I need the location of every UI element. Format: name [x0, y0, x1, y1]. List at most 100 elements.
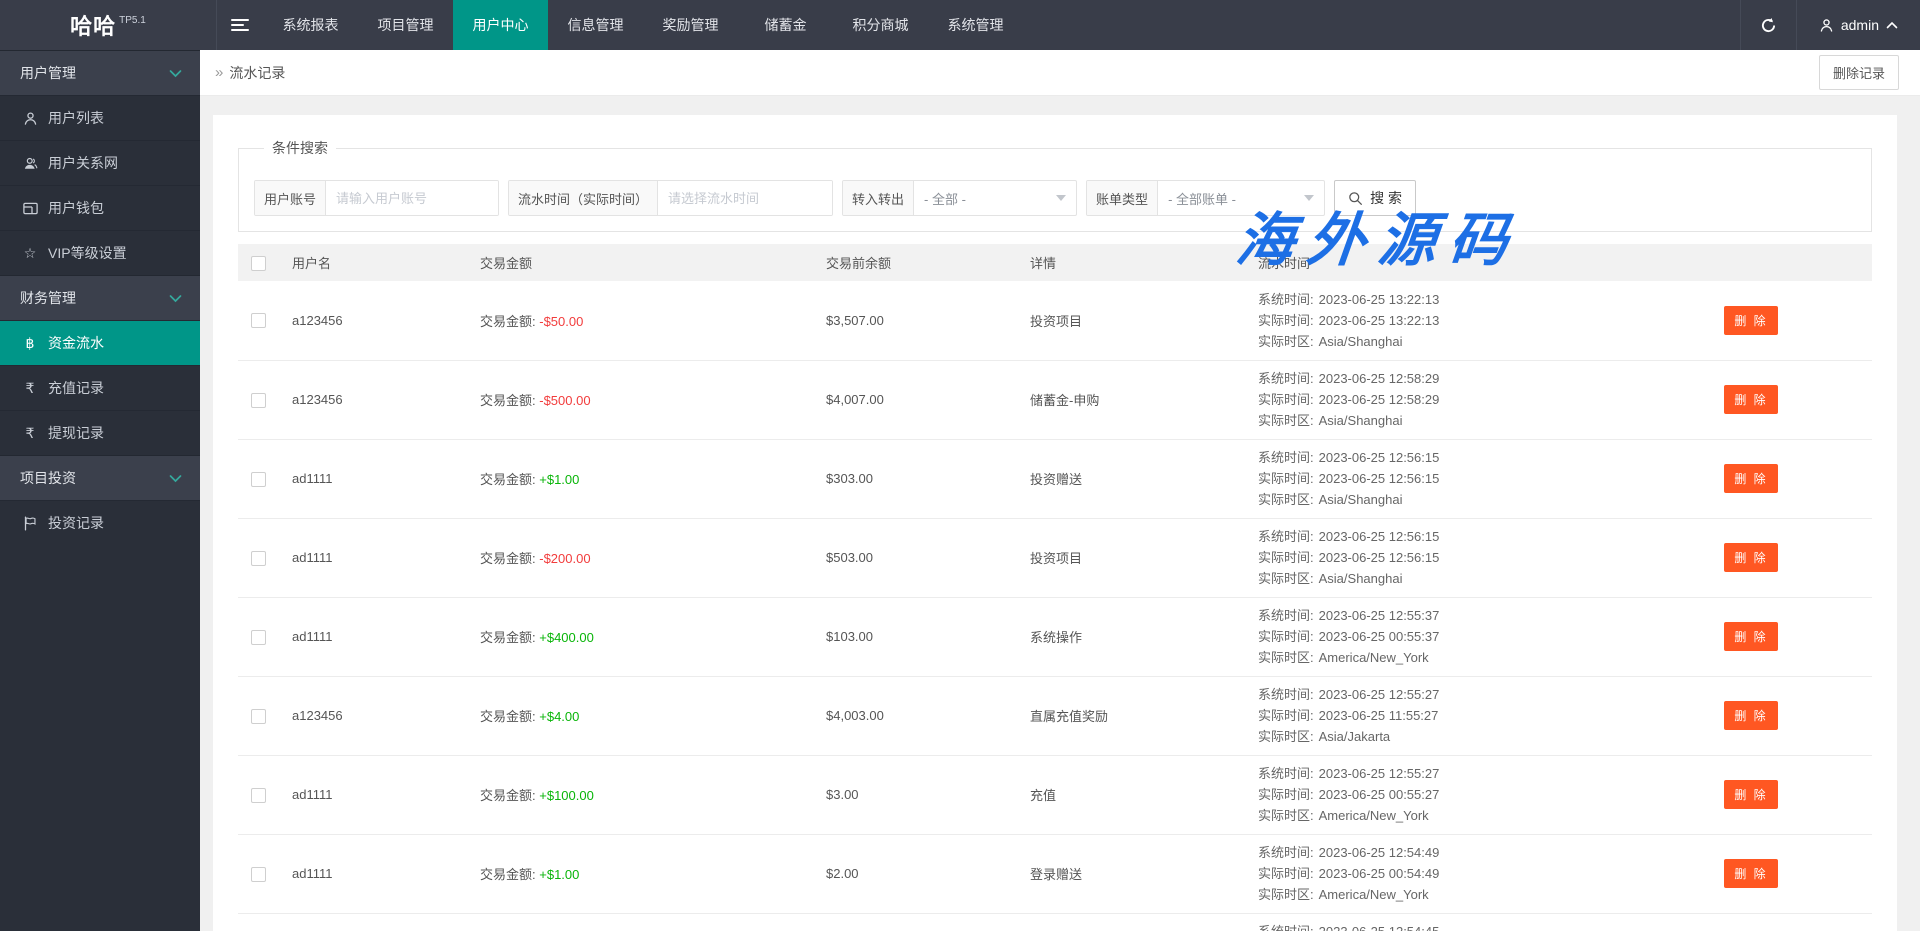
chevron-down-icon — [169, 294, 182, 303]
sidebar-item[interactable]: 用户关系网 — [0, 140, 200, 185]
nav-item-1[interactable]: 系统报表 — [263, 0, 358, 50]
chevron-down-icon — [169, 474, 182, 483]
row-balance: $503.00 — [816, 518, 1020, 597]
row-checkbox[interactable] — [251, 393, 266, 408]
row-balance: $103.00 — [816, 597, 1020, 676]
row-delete-button[interactable]: 删 除 — [1724, 780, 1777, 809]
row-amount: 交易金额: -$500.00 — [470, 360, 816, 439]
table-row: ad1111 交易金额: +$1.00 $2.00 登录赠送 系统时间:2023… — [238, 834, 1872, 913]
row-checkbox[interactable] — [251, 709, 266, 724]
row-delete-button[interactable]: 删 除 — [1724, 306, 1777, 335]
app-root: 哈哈 TP5.1 系统报表项目管理用户中心信息管理奖励管理储蓄金积分商城系统管理 — [0, 0, 1920, 931]
table-row: a123456 交易金额: -$50.00 $3,507.00 投资项目 系统时… — [238, 281, 1872, 360]
row-checkbox[interactable] — [251, 867, 266, 882]
nav-item-2[interactable]: 项目管理 — [358, 0, 453, 50]
username-label: admin — [1841, 17, 1879, 33]
row-times: 系统时间:2023-06-25 13:22:13 实际时间:2023-06-25… — [1248, 281, 1630, 360]
search-button[interactable]: 搜 索 — [1334, 180, 1416, 216]
row-balance: $3,507.00 — [816, 281, 1020, 360]
row-balance — [816, 913, 1020, 931]
chevron-down-icon — [1304, 195, 1314, 206]
chevron-down-icon — [1056, 195, 1066, 206]
sidebar-item[interactable]: 用户列表 — [0, 95, 200, 140]
row-balance: $2.00 — [816, 834, 1020, 913]
star-icon: ☆ — [21, 245, 39, 262]
rupee-icon: ₹ — [21, 380, 39, 397]
column-header: 流水时间 — [1248, 244, 1630, 281]
table-row: a123456 交易金额: +$4.00 $4,003.00 直属充值奖励 系统… — [238, 676, 1872, 755]
sidebar-item[interactable]: ₹提现记录 — [0, 410, 200, 455]
flow-time-input[interactable] — [658, 181, 832, 215]
user-menu[interactable]: admin — [1796, 0, 1920, 50]
nav-item-4[interactable]: 信息管理 — [548, 0, 643, 50]
row-checkbox[interactable] — [251, 630, 266, 645]
rupee-icon: ₹ — [21, 425, 39, 442]
row-delete-button[interactable]: 删 除 — [1724, 385, 1777, 414]
row-amount — [470, 913, 816, 931]
table-header-row: 用户名交易金额交易前余额详情流水时间 — [238, 244, 1872, 281]
delete-records-button[interactable]: 删除记录 — [1819, 55, 1899, 90]
row-balance: $4,007.00 — [816, 360, 1020, 439]
bill-type-field-label: 账单类型 — [1087, 181, 1158, 215]
row-delete-button[interactable]: 删 除 — [1724, 464, 1777, 493]
nav-item-7[interactable]: 积分商城 — [833, 0, 928, 50]
account-field-label: 用户账号 — [255, 181, 326, 215]
row-detail: 投资项目 — [1020, 281, 1248, 360]
sidebar-group-header[interactable]: 财务管理 — [0, 275, 200, 320]
bill-type-select[interactable]: - 全部账单 - — [1158, 181, 1324, 215]
users-icon — [21, 156, 39, 171]
row-amount: 交易金额: +$400.00 — [470, 597, 816, 676]
account-input[interactable] — [326, 181, 498, 215]
row-username: a123456 — [282, 281, 470, 360]
row-username: ad1111 — [282, 834, 470, 913]
row-delete-button[interactable]: 删 除 — [1724, 622, 1777, 651]
nav-item-8[interactable]: 系统管理 — [928, 0, 1023, 50]
row-checkbox[interactable] — [251, 551, 266, 566]
row-username: ad1111 — [282, 597, 470, 676]
row-delete-button[interactable]: 删 除 — [1724, 701, 1777, 730]
flag-icon — [21, 516, 39, 531]
direction-select[interactable]: - 全部 - — [914, 181, 1076, 215]
row-delete-button[interactable]: 删 除 — [1724, 543, 1777, 572]
select-all-checkbox[interactable] — [251, 256, 266, 271]
row-checkbox[interactable] — [251, 788, 266, 803]
hamburger-menu-icon[interactable] — [217, 0, 263, 50]
table-row: ad1111 交易金额: +$1.00 $303.00 投资赠送 系统时间:20… — [238, 439, 1872, 518]
row-detail: 投资项目 — [1020, 518, 1248, 597]
nav-item-5[interactable]: 奖励管理 — [643, 0, 738, 50]
direction-field-group: 转入转出 - 全部 - — [842, 180, 1077, 216]
row-detail: 充值 — [1020, 755, 1248, 834]
page-title: 流水记录 — [229, 63, 285, 83]
sidebar-group-header[interactable]: 用户管理 — [0, 50, 200, 95]
column-header: 详情 — [1020, 244, 1248, 281]
row-checkbox[interactable] — [251, 313, 266, 328]
sidebar-item[interactable]: ☆VIP等级设置 — [0, 230, 200, 275]
refresh-icon[interactable] — [1740, 0, 1796, 50]
sidebar-item[interactable]: ₹充值记录 — [0, 365, 200, 410]
row-detail: 储蓄金-申购 — [1020, 360, 1248, 439]
sidebar-item[interactable]: ฿资金流水 — [0, 320, 200, 365]
sidebar-item[interactable]: 用户钱包 — [0, 185, 200, 230]
flow-time-field-label: 流水时间（实际时间） — [509, 181, 658, 215]
logo-text: 哈哈 — [70, 9, 116, 41]
bitcoin-icon: ฿ — [21, 335, 39, 352]
row-checkbox[interactable] — [251, 472, 266, 487]
row-balance: $4,003.00 — [816, 676, 1020, 755]
sidebar-group-header[interactable]: 项目投资 — [0, 455, 200, 500]
row-balance: $3.00 — [816, 755, 1020, 834]
row-username — [282, 913, 470, 931]
search-panel: 条件搜索 用户账号 流水时间（实际时间） 转入转出 - 全部 - — [238, 138, 1872, 232]
row-delete-button[interactable]: 删 除 — [1724, 859, 1777, 888]
content-card: 条件搜索 用户账号 流水时间（实际时间） 转入转出 - 全部 - — [213, 115, 1897, 931]
sidebar-item[interactable]: 投资记录 — [0, 500, 200, 545]
table-row: ad1111 交易金额: +$100.00 $3.00 充值 系统时间:2023… — [238, 755, 1872, 834]
row-balance: $303.00 — [816, 439, 1020, 518]
account-field-group: 用户账号 — [254, 180, 499, 216]
row-username: ad1111 — [282, 439, 470, 518]
search-icon — [1348, 191, 1363, 206]
nav-item-3[interactable]: 用户中心 — [453, 0, 548, 50]
nav-item-6[interactable]: 储蓄金 — [738, 0, 833, 50]
row-times: 系统时间:2023-06-25 12:55:27 实际时间:2023-06-25… — [1248, 755, 1630, 834]
row-detail: 投资赠送 — [1020, 439, 1248, 518]
table-row: ad1111 交易金额: -$200.00 $503.00 投资项目 系统时间:… — [238, 518, 1872, 597]
